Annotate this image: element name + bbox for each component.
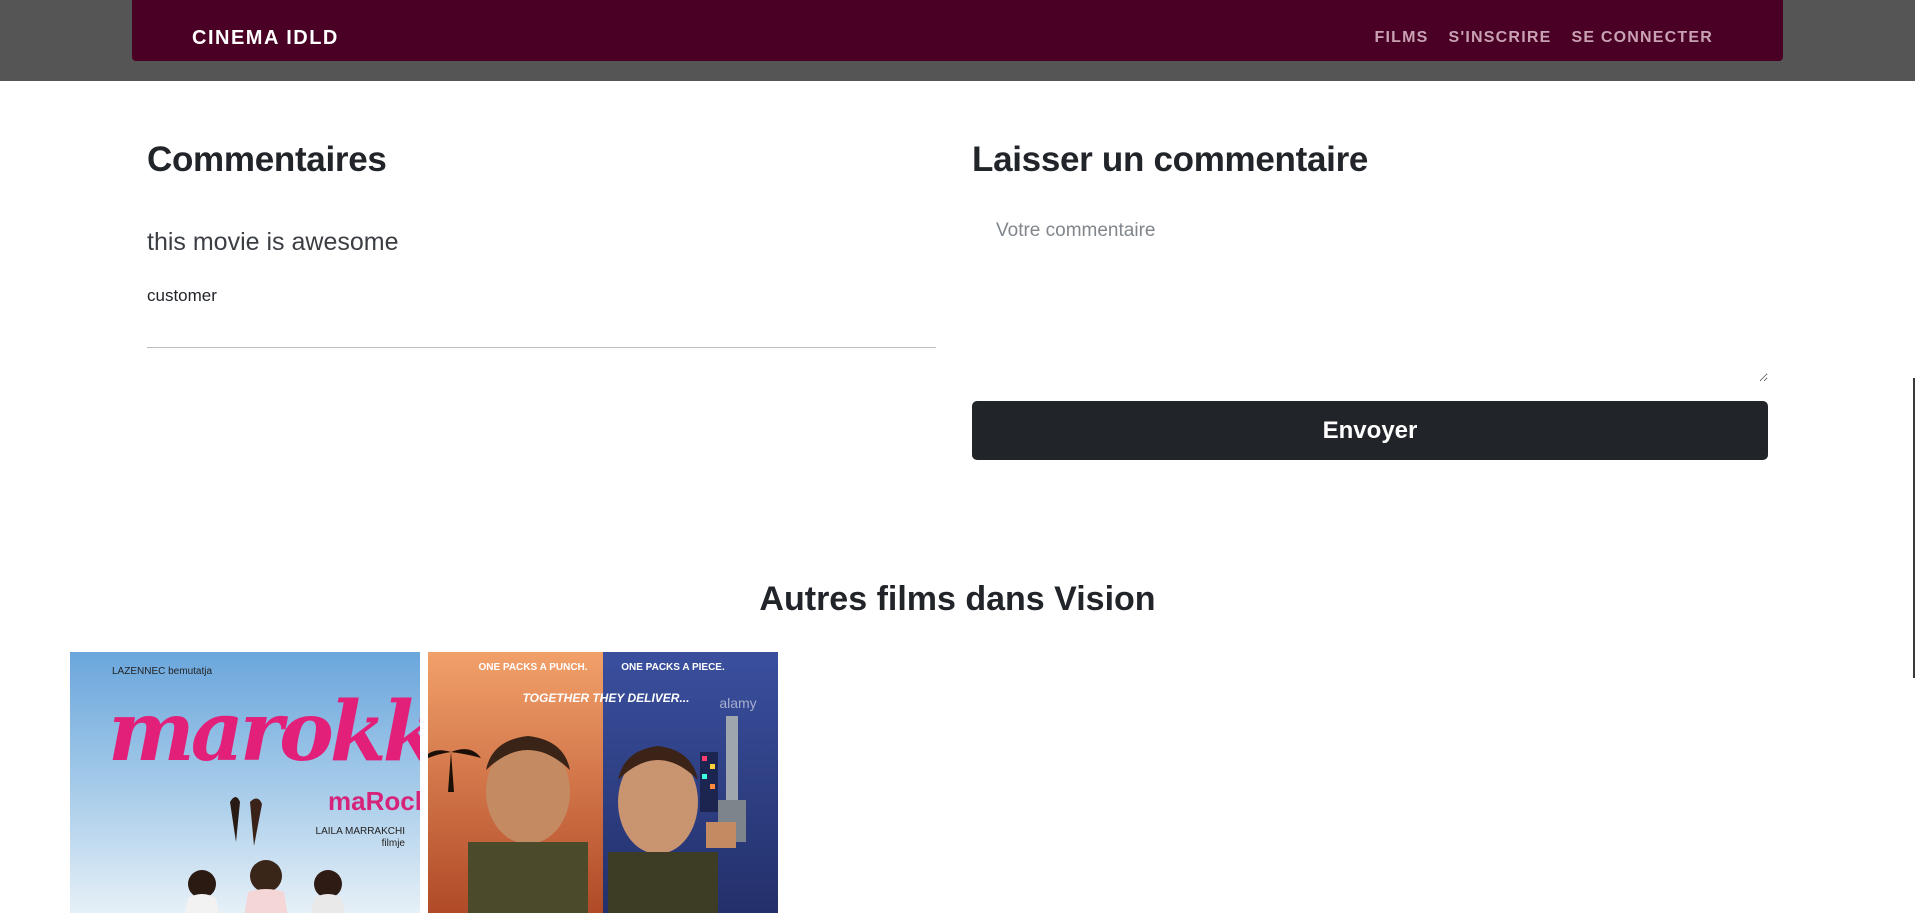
poster-watermark: alamy [719, 695, 756, 711]
poster-tagline: TOGETHER THEY DELIVER... [523, 691, 690, 705]
comment-author: customer [147, 286, 217, 305]
poster-tagline-right: ONE PACKS A PIECE. [621, 662, 725, 673]
poster-director-suffix: filmje [382, 838, 406, 849]
brand-logo[interactable]: CINEMA IDLD [192, 27, 339, 50]
poster-subtitle: maRock [328, 786, 420, 816]
film-poster-double-impact[interactable]: ONE PACKS A PUNCH. ONE PACKS A PIECE. TO… [428, 652, 778, 913]
comment-form-title: Laisser un commentaire [972, 140, 1369, 179]
other-films-title: Autres films dans Vision [759, 580, 1156, 618]
comment-divider [147, 347, 936, 348]
poster-neon-building [700, 752, 718, 812]
comments-section: Commentaires this movie is awesome custo… [147, 138, 936, 348]
navbar: CINEMA IDLD FILMS S'INSCRIRE SE CONNECTE… [132, 0, 1783, 61]
nav-links: FILMS S'INSCRIRE SE CONNECTER [1375, 29, 1713, 47]
poster-marokko-image: LAZENNEC bemutatja marokkó maRock LAILA … [70, 652, 420, 913]
nav-link-register[interactable]: S'INSCRIRE [1449, 29, 1552, 47]
comments-title: Commentaires [147, 140, 387, 179]
poster-double-impact-image: ONE PACKS A PUNCH. ONE PACKS A PIECE. TO… [428, 652, 778, 913]
poster-publisher: LAZENNEC bemutatja [112, 666, 212, 677]
poster-director: LAILA MARRAKCHI [316, 826, 405, 837]
comment-text: this movie is awesome [147, 228, 399, 256]
send-button[interactable]: Envoyer [972, 401, 1768, 460]
comment-form-section: Laisser un commentaire Envoyer [972, 138, 1768, 460]
comment-textarea[interactable] [972, 212, 1768, 382]
nav-link-login[interactable]: SE CONNECTER [1571, 29, 1713, 47]
nav-link-films[interactable]: FILMS [1375, 29, 1429, 47]
poster-title: marokkó [108, 684, 420, 780]
poster-tagline-left: ONE PACKS A PUNCH. [478, 662, 587, 673]
film-poster-marokko[interactable]: LAZENNEC bemutatja marokkó maRock LAILA … [70, 652, 420, 913]
